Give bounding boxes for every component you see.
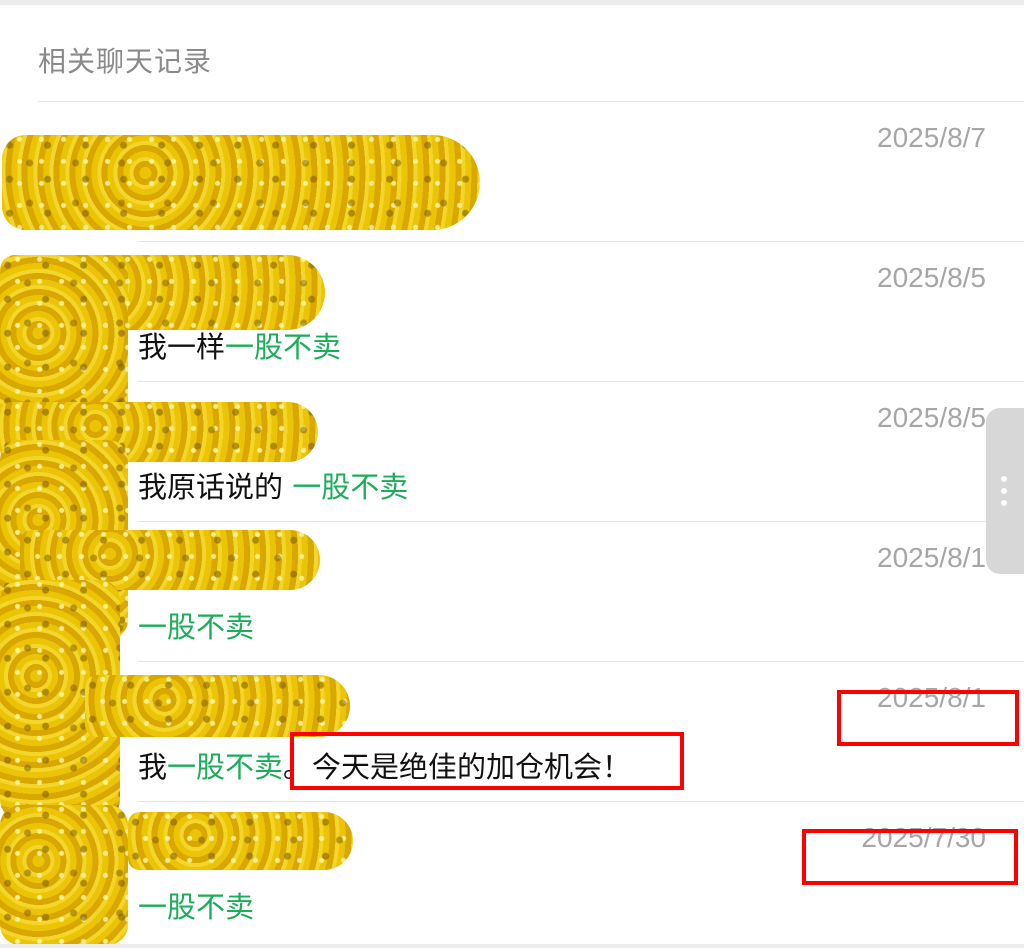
redaction-overlay [128,812,353,870]
message-text-pre: 我一样 [138,330,226,364]
annotation-box-date [802,829,1018,885]
annotation-box-text [290,732,684,790]
redaction-overlay [2,135,480,230]
page-title: 相关聊天记录 [38,45,213,78]
top-divider [0,0,1024,5]
message-keyword: 一股不卖 [138,610,255,644]
message-text: 一股不卖 [138,884,254,926]
message-date: 2025/8/5 [877,402,986,433]
scroll-handle[interactable] [986,408,1024,574]
message-date: 2025/8/1 [877,542,986,573]
annotation-box-date [837,690,1019,746]
redaction-overlay [0,805,128,945]
message-keyword: 一股不卖 [138,890,255,924]
message-keyword: 一股不卖 [167,750,284,784]
message-text-pre: 我 [138,750,168,784]
bottom-divider [0,944,1024,948]
redaction-overlay [85,675,350,737]
message-date: 2025/8/5 [877,262,986,293]
message-text-pre: 我原话说的 [138,470,293,504]
message-text: 一股不卖 [138,604,254,646]
message-date: 2025/8/7 [877,122,986,153]
vertical-ellipsis-icon [1001,476,1007,512]
message-text: 我一样一股不卖 [138,324,341,366]
message-text: 我原话说的 一股不卖 [138,464,408,506]
message-keyword: 一股不卖 [225,330,342,364]
message-keyword: 一股不卖 [292,470,409,504]
